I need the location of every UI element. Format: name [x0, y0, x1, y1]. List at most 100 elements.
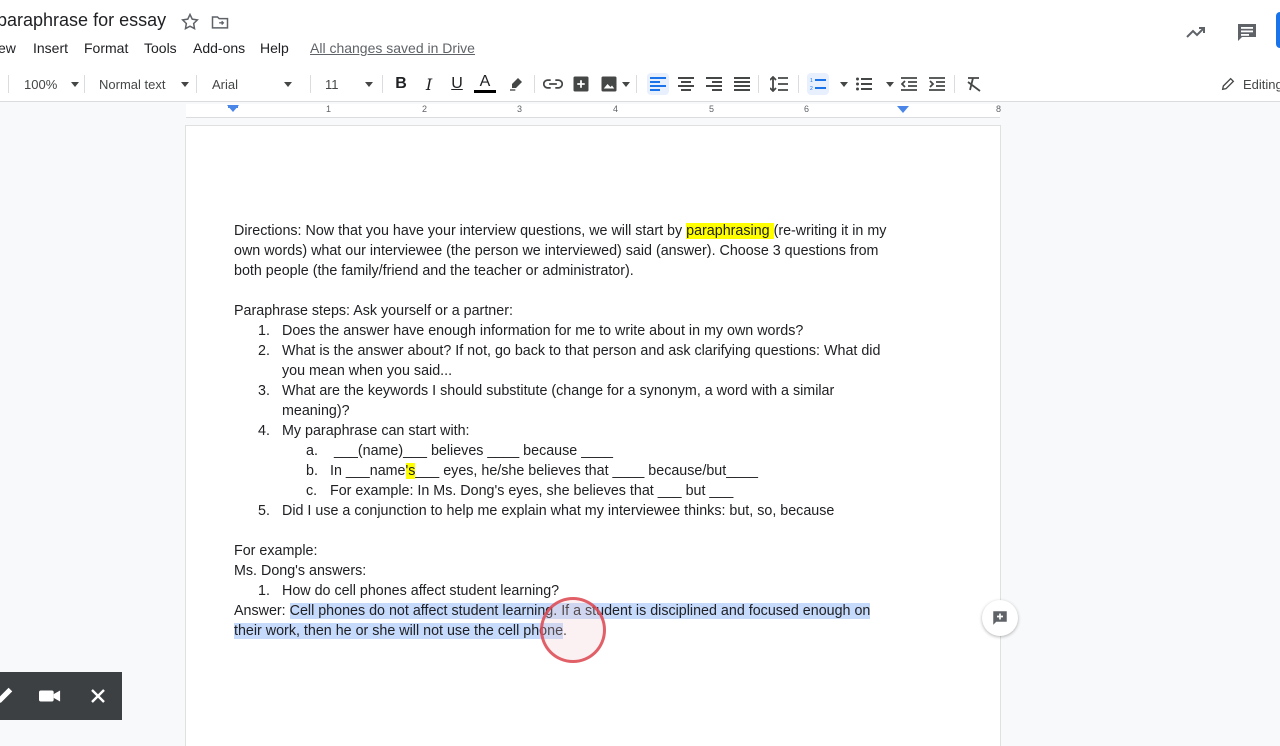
- svg-text:1: 1: [810, 78, 813, 84]
- sublist-letter: c.: [306, 483, 318, 499]
- list-text: Does the answer have enough information …: [282, 323, 804, 339]
- chevron-down-icon: [364, 81, 373, 87]
- menu-help[interactable]: Help: [260, 40, 289, 56]
- text-color-button[interactable]: A: [474, 73, 496, 93]
- menu-insert[interactable]: Insert: [33, 40, 68, 56]
- chevron-down-icon[interactable]: [622, 82, 630, 87]
- formatting-toolbar: 100% Normal text Arial 11 B I U A 12 Edi…: [0, 66, 1280, 102]
- align-left-icon[interactable]: [647, 73, 669, 95]
- highlighted-word: 's: [405, 463, 416, 479]
- ruler-mark: 1: [326, 104, 332, 114]
- steps-heading: Paraphrase steps: Ask yourself or a part…: [234, 303, 513, 319]
- link-icon[interactable]: [542, 73, 564, 95]
- insert-comment-icon[interactable]: [570, 73, 592, 95]
- chevron-down-icon[interactable]: [840, 82, 848, 87]
- zoom-value: 100%: [24, 76, 58, 92]
- directions-line: Directions: Now that you have your inter…: [234, 221, 914, 241]
- list-item: 5. Did I use a conjunction to help me exp…: [234, 501, 914, 521]
- chevron-down-icon: [284, 81, 293, 87]
- numbered-list-icon[interactable]: 12: [807, 73, 829, 95]
- highlighted-word: paraphrasing: [686, 223, 774, 239]
- svg-text:2: 2: [810, 86, 813, 91]
- comment-history-icon[interactable]: [1235, 20, 1259, 44]
- increase-indent-icon[interactable]: [926, 73, 948, 95]
- align-justify-icon[interactable]: [731, 73, 753, 95]
- star-icon[interactable]: [180, 12, 200, 32]
- editing-mode-button[interactable]: Editing: [1220, 66, 1280, 102]
- sublist-text: In ___name: [330, 463, 406, 479]
- ruler: 1 2 3 4 5 6 8: [0, 102, 1280, 118]
- share-button[interactable]: [1276, 12, 1280, 48]
- toolbar-divider: [636, 75, 637, 93]
- document-body[interactable]: Directions: Now that you have your inter…: [234, 221, 914, 641]
- add-comment-button[interactable]: [982, 600, 1018, 636]
- menu-tools[interactable]: Tools: [144, 40, 177, 56]
- title-bar: paraphrase for essay ew Insert Format To…: [0, 0, 1280, 66]
- sublist-text: ___ eyes, he/she believes that ____ beca…: [415, 463, 759, 479]
- chevron-down-icon: [181, 81, 190, 87]
- style-select[interactable]: Normal text: [99, 66, 190, 102]
- decrease-indent-icon[interactable]: [898, 73, 920, 95]
- ruler-mark: 5: [709, 104, 715, 114]
- bold-button[interactable]: B: [390, 73, 412, 95]
- pen-icon[interactable]: [0, 684, 16, 708]
- toolbar-divider: [84, 75, 85, 93]
- activity-trend-icon[interactable]: [1184, 20, 1208, 44]
- list-text: My paraphrase can start with:: [282, 423, 470, 439]
- toolbar-divider: [954, 75, 955, 93]
- font-size-value: 11: [325, 76, 339, 92]
- underline-button[interactable]: U: [446, 73, 468, 95]
- bulleted-list-icon[interactable]: [853, 73, 875, 95]
- align-center-icon[interactable]: [675, 73, 697, 95]
- ruler-mark: 3: [517, 104, 523, 114]
- align-right-icon[interactable]: [703, 73, 725, 95]
- move-folder-icon[interactable]: [210, 12, 230, 32]
- highlight-pen-icon[interactable]: [505, 73, 527, 95]
- editing-mode-label: Editing: [1243, 76, 1280, 92]
- answers-heading: Ms. Dong's answers:: [234, 563, 367, 579]
- toolbar-divider: [534, 75, 535, 93]
- add-comment-icon: [993, 611, 1007, 625]
- selected-text[interactable]: their work, then he or she will not use …: [234, 623, 564, 639]
- font-value: Arial: [212, 76, 239, 92]
- chevron-down-icon[interactable]: [886, 82, 894, 87]
- toolbar-divider: [798, 75, 799, 93]
- clear-formatting-icon[interactable]: [963, 73, 985, 95]
- list-number: 2.: [258, 343, 270, 359]
- menu-format[interactable]: Format: [84, 40, 128, 56]
- list-number: 3.: [258, 383, 270, 399]
- toolbar-divider: [196, 75, 197, 93]
- list-text: What are the keywords I should substitut…: [282, 383, 835, 399]
- directions-text: Directions: Now that you have your inter…: [234, 223, 687, 239]
- list-number: 1.: [258, 583, 270, 599]
- directions-line: own words) what our interviewee (the per…: [234, 243, 879, 259]
- line-spacing-icon[interactable]: [768, 73, 790, 95]
- toolbar-divider: [8, 75, 9, 93]
- toolbar-divider: [310, 75, 311, 93]
- insert-image-icon[interactable]: [598, 73, 620, 95]
- list-item: 2. What is the answer about? If not, go b…: [234, 341, 914, 361]
- toolbar-divider: [382, 75, 383, 93]
- italic-button[interactable]: I: [418, 73, 440, 95]
- ruler-mark: 6: [804, 104, 810, 114]
- font-select[interactable]: Arial: [212, 66, 293, 102]
- list-number: 1.: [258, 323, 270, 339]
- doc-title[interactable]: paraphrase for essay: [0, 10, 166, 31]
- font-size-select[interactable]: 11: [325, 66, 373, 102]
- camera-icon[interactable]: [38, 684, 62, 708]
- sublist-text: For example: In Ms. Dong's eyes, she bel…: [330, 483, 734, 499]
- for-example-heading: For example:: [234, 543, 318, 559]
- zoom-select[interactable]: 100%: [24, 66, 80, 102]
- chevron-down-icon: [71, 81, 80, 87]
- close-icon[interactable]: [86, 684, 110, 708]
- saved-status-link[interactable]: All changes saved in Drive: [310, 40, 475, 56]
- right-indent-marker[interactable]: [897, 106, 909, 113]
- menu-addons[interactable]: Add-ons: [193, 40, 245, 56]
- question-text: How do cell phones affect student learni…: [282, 583, 560, 599]
- menu-view[interactable]: ew: [0, 40, 16, 56]
- pencil-icon: [1221, 77, 1235, 91]
- sublist-text: ___(name)___ believes ____ because ____: [334, 443, 613, 459]
- first-line-indent-marker[interactable]: [228, 105, 238, 108]
- answer-label: Answer:: [234, 603, 290, 619]
- list-number: 4.: [258, 423, 270, 439]
